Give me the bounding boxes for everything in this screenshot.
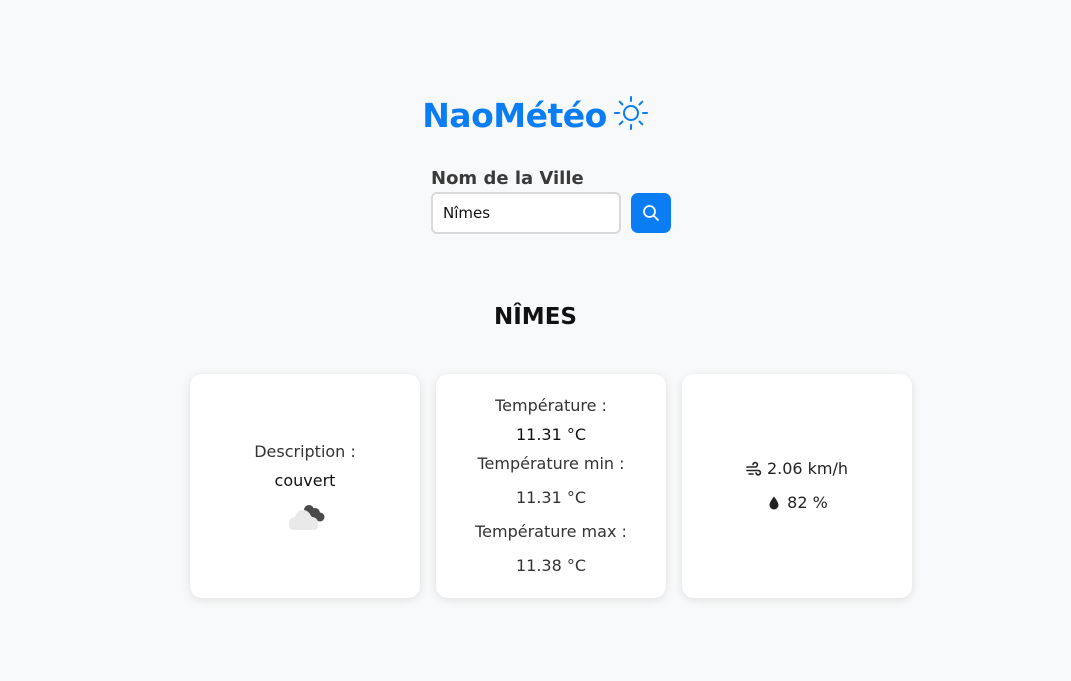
temperature-card: Température : 11.31 °C Température min :… — [436, 374, 666, 598]
city-search-label: Nom de la Ville — [431, 168, 584, 189]
wind-speed-value: 2.06 km/h — [766, 459, 849, 478]
conditions-card: 2.06 km/h 82 % — [682, 374, 912, 598]
app-title: NaoMétéo — [422, 96, 607, 135]
humidity-row: 82 % — [766, 493, 828, 513]
description-value: couvert — [274, 470, 336, 490]
search-button[interactable] — [631, 193, 671, 233]
temperature-label: Température : — [495, 396, 607, 415]
cloud-icon — [289, 504, 325, 530]
app-header: NaoMétéo — [0, 95, 1071, 135]
description-card: Description : couvert — [190, 374, 420, 598]
wind-row: 2.06 km/h — [746, 459, 848, 479]
city-heading: NÎMES — [494, 304, 577, 330]
wind-icon — [746, 461, 762, 476]
temperature-max-value: 11.38 °C — [515, 556, 587, 575]
temperature-min-label: Température min : — [477, 454, 625, 473]
humidity-value: 82 % — [787, 493, 828, 512]
description-label: Description : — [254, 441, 356, 461]
temperature-value: 11.31 °C — [515, 425, 587, 444]
temperature-max-label: Température max : — [475, 522, 627, 541]
sun-icon — [613, 95, 648, 130]
temperature-min-value: 11.31 °C — [515, 488, 587, 507]
search-icon — [643, 205, 659, 221]
droplet-icon — [769, 496, 779, 510]
city-search-input[interactable] — [431, 192, 621, 234]
